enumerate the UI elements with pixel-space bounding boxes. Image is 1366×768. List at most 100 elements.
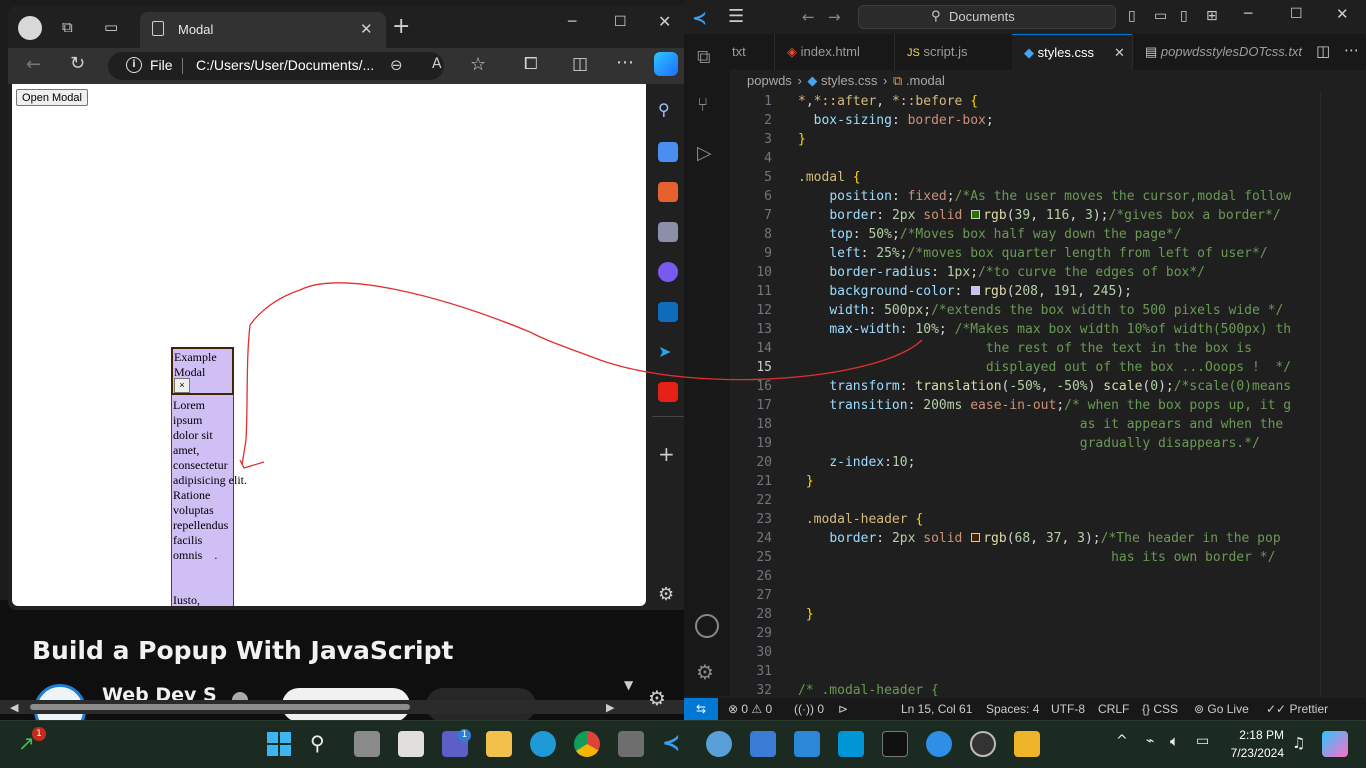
customize-layout-icon[interactable]: ⊞ xyxy=(1206,8,1218,24)
sidebar-settings-icon[interactable]: ⚙ xyxy=(658,584,678,605)
scrollbar-thumb[interactable] xyxy=(30,704,410,710)
back-icon[interactable]: ← xyxy=(26,54,41,75)
command-center-search[interactable]: ⚲ Documents xyxy=(858,5,1116,29)
hamburger-menu-icon[interactable]: ☰ xyxy=(728,6,744,27)
profile-icon[interactable] xyxy=(18,16,42,40)
run-icon[interactable]: ⊳ xyxy=(838,698,848,720)
go-live-button[interactable]: ⊚ Go Live xyxy=(1194,698,1249,720)
code-editor[interactable]: 1 *,*::after, *::before { 2 box-sizing: b… xyxy=(730,92,1320,696)
vscode-minimize-button[interactable]: ─ xyxy=(1244,6,1252,22)
modal-close-button[interactable]: × xyxy=(174,378,190,393)
scroll-left-icon[interactable]: ◀ xyxy=(10,701,18,714)
file-explorer-icon[interactable] xyxy=(486,731,512,757)
gear-icon[interactable]: ⚙ xyxy=(648,686,666,710)
ports-indicator[interactable]: ((·)) 0 xyxy=(794,698,824,720)
tab-styles-css[interactable]: ◆ styles.css ✕ xyxy=(1012,34,1132,70)
edge-icon[interactable] xyxy=(530,731,556,757)
tools-icon[interactable] xyxy=(658,182,678,202)
tab-script-js[interactable]: JS script.js xyxy=(894,34,1012,70)
youtube-icon[interactable] xyxy=(658,382,678,402)
color-swatch[interactable] xyxy=(971,210,981,219)
media-player-icon[interactable] xyxy=(970,731,996,757)
breadcrumb-folder[interactable]: popwds xyxy=(747,73,792,88)
help-icon[interactable] xyxy=(926,731,952,757)
hp-icon[interactable] xyxy=(838,731,864,757)
search-icon[interactable]: ⚲ xyxy=(658,100,678,120)
vscode-icon[interactable]: ≺ xyxy=(662,731,688,757)
toggle-panel-icon[interactable]: ▭ xyxy=(1154,8,1167,24)
add-icon[interactable]: + xyxy=(658,444,678,464)
toggle-sidebar-icon[interactable]: ▯ xyxy=(1128,8,1136,24)
close-window-button[interactable]: ✕ xyxy=(658,12,671,31)
close-tab-icon[interactable]: ✕ xyxy=(1114,35,1125,71)
task-view-icon[interactable] xyxy=(354,731,380,757)
notepad-icon[interactable] xyxy=(750,731,776,757)
scroll-right-icon[interactable]: ▶ xyxy=(606,701,614,714)
tab-modal[interactable]: Modal ✕ xyxy=(140,12,386,48)
network-icon[interactable]: ⌁ xyxy=(1146,733,1154,749)
run-debug-icon[interactable]: ▷ xyxy=(697,142,712,164)
notifications-bell-icon[interactable]: ♫ xyxy=(1292,734,1305,752)
chrome-icon[interactable] xyxy=(574,731,600,757)
indentation[interactable]: Spaces: 4 xyxy=(986,698,1039,720)
explorer-icon[interactable]: ⧉ xyxy=(697,46,711,68)
clock-date[interactable]: 7/23/2024 xyxy=(1226,746,1284,760)
more-actions-icon[interactable]: ⋯ xyxy=(1344,41,1359,59)
info-icon[interactable]: i xyxy=(126,57,142,73)
workspaces-icon[interactable]: ⧉ xyxy=(62,18,73,36)
app-icon[interactable] xyxy=(1014,731,1040,757)
breadcrumb-file[interactable]: styles.css xyxy=(821,73,877,88)
tab-txt[interactable]: txt xyxy=(730,34,774,70)
tab-actions-icon[interactable]: ▭ xyxy=(104,18,118,36)
nav-forward-icon[interactable]: → xyxy=(828,8,841,26)
toggle-secondary-sidebar-icon[interactable]: ▯ xyxy=(1180,8,1188,24)
terminal-icon[interactable] xyxy=(882,731,908,757)
collapse-icon[interactable]: ▼ xyxy=(624,678,633,692)
battery-icon[interactable]: ▭ xyxy=(1196,733,1209,749)
copilot-taskbar-icon[interactable] xyxy=(1322,731,1348,757)
open-modal-button[interactable]: Open Modal xyxy=(16,89,88,106)
shopping-icon[interactable] xyxy=(658,142,678,162)
nav-back-icon[interactable]: ← xyxy=(802,8,815,26)
line-endings[interactable]: CRLF xyxy=(1098,698,1129,720)
clock-time[interactable]: 2:18 PM xyxy=(1238,728,1284,742)
color-swatch[interactable] xyxy=(971,286,981,295)
close-tab-icon[interactable]: ✕ xyxy=(360,20,373,38)
copilot-sidebar-icon[interactable] xyxy=(658,262,678,282)
camera-icon[interactable] xyxy=(618,731,644,757)
search-icon[interactable]: ⚲ xyxy=(310,731,336,757)
maximize-button[interactable]: ☐ xyxy=(614,14,627,30)
tab-index-html[interactable]: ◈ index.html xyxy=(774,34,894,70)
split-editor-icon[interactable]: ◫ xyxy=(1316,42,1330,60)
manage-gear-icon[interactable]: ⚙ xyxy=(696,660,714,684)
tab-popwds-txt[interactable]: ▤ popwdsstylesDOTcss.txt xyxy=(1132,34,1312,70)
send-icon[interactable]: ➤ xyxy=(658,342,678,362)
language-mode[interactable]: {} CSS xyxy=(1142,698,1178,720)
problems-indicator[interactable]: ⊗ 0 ⚠ 0 xyxy=(728,698,772,720)
minimap[interactable] xyxy=(1320,92,1366,696)
new-tab-button[interactable]: + xyxy=(392,16,410,38)
source-control-icon[interactable]: ⑂ xyxy=(697,94,708,116)
prettier-status[interactable]: ✓✓ Prettier xyxy=(1266,698,1328,720)
minimize-button[interactable]: ─ xyxy=(568,14,576,30)
copilot-icon[interactable] xyxy=(654,52,678,76)
snipping-tool-icon[interactable] xyxy=(398,731,424,757)
games-icon[interactable] xyxy=(658,222,678,242)
split-screen-icon[interactable]: ◫ xyxy=(572,54,588,74)
outlook-icon[interactable] xyxy=(658,302,678,322)
horizontal-scrollbar[interactable]: ◀ ▶ xyxy=(0,700,690,714)
read-aloud-icon[interactable]: A xyxy=(432,56,442,72)
maps-icon[interactable] xyxy=(706,731,732,757)
volume-icon[interactable]: 🔈︎ xyxy=(1170,732,1179,750)
start-button[interactable] xyxy=(266,731,292,757)
breadcrumb-symbol[interactable]: .modal xyxy=(906,73,945,88)
show-hidden-icons-icon[interactable]: ^ xyxy=(1116,733,1128,749)
refresh-icon[interactable]: ↻ xyxy=(70,53,85,74)
more-options-icon[interactable]: ⋯ xyxy=(616,52,634,73)
address-url[interactable]: C:/Users/User/Documents/... xyxy=(196,57,374,73)
encoding[interactable]: UTF-8 xyxy=(1051,698,1085,720)
favorite-star-icon[interactable]: ☆ xyxy=(470,54,486,75)
extensions-icon[interactable]: ⧠ xyxy=(524,54,538,74)
remote-indicator-icon[interactable]: ⇆ xyxy=(684,698,718,720)
cursor-position[interactable]: Ln 15, Col 61 xyxy=(901,698,972,720)
